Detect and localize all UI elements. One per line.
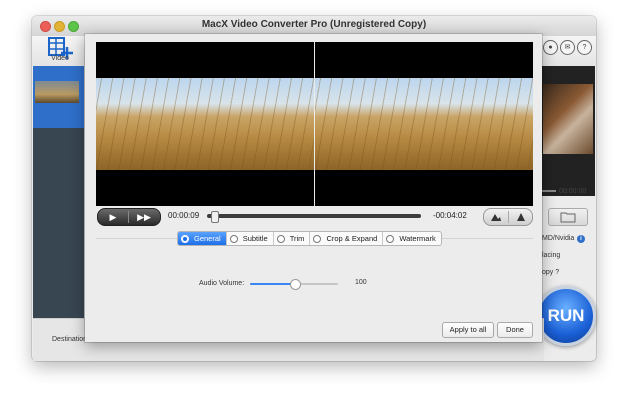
audio-volume-fill — [250, 283, 294, 285]
snapshot-folder-button[interactable] — [509, 209, 533, 225]
account-icon[interactable]: ● — [543, 40, 558, 55]
seek-slider[interactable] — [207, 214, 421, 218]
output-video-preview — [315, 42, 533, 206]
snapshot-controls — [483, 208, 533, 226]
snapshot-button[interactable] — [484, 209, 508, 225]
hardware-accel-label: MD/Nvidia — [542, 235, 575, 242]
radio-icon — [313, 234, 322, 243]
window-title: MacX Video Converter Pro (Unregistered C… — [201, 19, 427, 30]
help-icon[interactable]: ? — [577, 40, 592, 55]
tab-subtitle[interactable]: Subtitle — [227, 232, 274, 245]
radio-icon — [386, 234, 395, 243]
tab-label: Crop & Expand — [326, 234, 378, 243]
preview-progress — [542, 190, 556, 192]
mail-icon[interactable]: ✉ — [560, 40, 575, 55]
tab-label: Trim — [289, 234, 305, 243]
fast-forward-button[interactable]: ▶▶ — [129, 209, 159, 225]
play-button[interactable]: ▶ — [98, 209, 128, 225]
preview-time: 00:00:00 — [559, 188, 587, 195]
output-video-frame — [315, 78, 533, 170]
current-time: 00:00:09 — [168, 211, 200, 220]
playback-controls: ▶ ▶▶ — [97, 208, 161, 226]
run-button[interactable]: RUN — [536, 286, 596, 346]
original-video-frame — [96, 78, 314, 170]
video-thumbnail — [35, 81, 79, 103]
tab-crop-expand[interactable]: Crop & Expand — [310, 232, 384, 245]
apply-to-all-button[interactable]: Apply to all — [442, 322, 494, 338]
remaining-time: -00:04:02 — [433, 211, 467, 220]
seek-slider-knob[interactable] — [211, 211, 220, 223]
image-icon — [517, 213, 525, 221]
tab-trim[interactable]: Trim — [274, 232, 311, 245]
tab-label: General — [194, 234, 221, 243]
radio-icon — [229, 234, 238, 243]
video-tool-label: Video — [51, 55, 69, 62]
open-folder-button[interactable] — [548, 208, 588, 226]
radio-icon — [276, 234, 285, 243]
tab-label: Subtitle — [242, 234, 268, 243]
info-icon[interactable]: i — [577, 235, 585, 243]
tab-label: Watermark — [399, 234, 436, 243]
destination-label: Destination — [52, 336, 88, 343]
camera-icon — [491, 214, 501, 221]
deinterlacing-label: lacing — [542, 252, 561, 259]
copy-label: opy ? — [542, 269, 560, 276]
radio-icon — [181, 234, 189, 243]
tab-general[interactable]: General — [178, 232, 227, 245]
folder-icon — [560, 212, 576, 223]
original-video-preview — [96, 42, 314, 206]
preview-thumbnail — [543, 84, 593, 154]
audio-volume-label: Audio Volume: — [199, 280, 245, 287]
done-button[interactable]: Done — [497, 322, 533, 338]
audio-volume-value: 100 — [355, 279, 367, 286]
tab-watermark[interactable]: Watermark — [383, 232, 440, 245]
audio-volume-knob[interactable] — [290, 279, 301, 290]
settings-tabs: General Subtitle Trim Crop & Expand Wate… — [177, 231, 442, 246]
